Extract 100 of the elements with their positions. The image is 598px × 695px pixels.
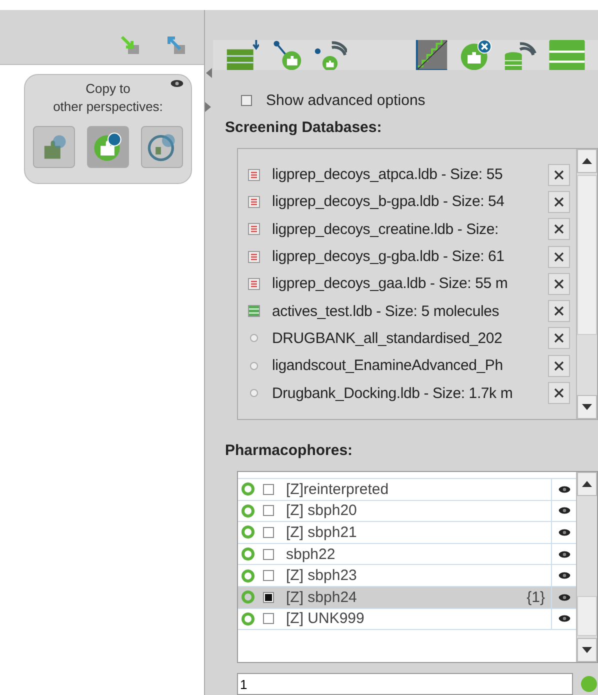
eye-icon[interactable] xyxy=(558,592,570,602)
close-icon xyxy=(554,388,564,398)
pharmacophore-name: [Z] UNK999 xyxy=(286,610,366,628)
pharmacophore-name: [Z] sbph24 xyxy=(286,588,358,606)
close-icon xyxy=(554,333,564,344)
scroll-up-button[interactable] xyxy=(577,472,597,496)
scroll-down-button[interactable] xyxy=(577,395,597,419)
advanced-options-checkbox[interactable]: Show advanced options xyxy=(241,92,426,109)
scroll-up-button[interactable] xyxy=(577,149,597,173)
database-item[interactable]: DRUGBANK_all_standardised_202 xyxy=(272,330,544,347)
decoy-database-icon xyxy=(248,250,260,263)
copy-button[interactable] xyxy=(141,126,183,168)
checkbox[interactable] xyxy=(263,570,274,582)
section-heading: Pharmacophores: xyxy=(225,442,354,459)
pharmacophore-name: sbph22 xyxy=(286,546,336,563)
remove-button[interactable] xyxy=(548,164,570,186)
pharmacophore-row[interactable]: [Z] UNK999 xyxy=(238,608,576,630)
pharmacophore-row[interactable]: [Z] sbph24 {1} xyxy=(238,586,576,609)
scrollbar-thumb[interactable] xyxy=(577,175,597,335)
wireless-database-icon[interactable] xyxy=(503,40,537,70)
up-arrow-icon xyxy=(582,481,592,487)
checkbox[interactable] xyxy=(263,505,274,516)
database-item[interactable]: ligprep_decoys_creatine.ldb - Size: xyxy=(272,220,544,238)
close-icon xyxy=(554,224,564,234)
eye-icon[interactable] xyxy=(558,550,570,559)
checkbox[interactable] xyxy=(263,613,274,624)
puzzle-remove-icon[interactable] xyxy=(459,40,493,70)
decoy-database-icon xyxy=(248,168,260,181)
expand-arrow-icon[interactable] xyxy=(205,102,211,112)
database-item[interactable]: ligprep_decoys_b-gpa.ldb - Size: 54 xyxy=(272,193,544,210)
close-icon xyxy=(554,306,564,316)
ring-icon xyxy=(241,482,255,496)
remove-button[interactable] xyxy=(548,354,570,377)
pharmacophore-name: [Z]reinterpreted xyxy=(286,480,390,498)
empty-circle-icon xyxy=(248,332,260,344)
ring-icon xyxy=(241,525,255,540)
down-arrow-icon xyxy=(582,404,592,410)
checkbox[interactable] xyxy=(263,484,274,495)
database-icon[interactable] xyxy=(547,40,587,70)
down-arrow-icon xyxy=(582,647,592,653)
ring-icon xyxy=(241,612,255,626)
pharmacophore-row[interactable]: [Z] sbph20 xyxy=(238,500,576,522)
close-icon xyxy=(554,196,564,207)
decoy-database-icon xyxy=(248,196,260,208)
database-item[interactable]: actives_test.ldb - Size: 5 molecules xyxy=(272,302,544,320)
wireless-puzzle-icon[interactable] xyxy=(313,40,347,70)
ring-icon xyxy=(241,547,255,562)
remove-button[interactable] xyxy=(548,382,570,404)
close-icon xyxy=(554,278,564,289)
remove-button[interactable] xyxy=(548,272,570,295)
eye-icon[interactable] xyxy=(558,571,570,580)
pharmacophore-row[interactable]: sbph22 xyxy=(238,544,576,566)
ring-icon xyxy=(241,590,255,604)
pharmacophore-name: [Z] sbph23 xyxy=(286,567,358,584)
database-item[interactable]: Drugbank_Docking.ldb - Size: 1.7k m xyxy=(272,384,544,402)
decoy-database-icon xyxy=(248,278,260,290)
ring-icon xyxy=(241,568,255,583)
remove-button[interactable] xyxy=(548,190,570,213)
remove-button[interactable] xyxy=(548,218,570,240)
empty-circle-icon xyxy=(248,387,260,400)
remove-button[interactable] xyxy=(548,327,570,350)
eye-icon[interactable] xyxy=(558,484,570,494)
decoy-database-icon xyxy=(248,223,260,236)
puzzle-plus-icon xyxy=(92,131,124,163)
copy-button[interactable] xyxy=(87,126,129,168)
pharmacophore-row[interactable]: [Z] sbph21 xyxy=(238,522,576,544)
status-icon xyxy=(581,676,597,692)
step-chart-icon[interactable] xyxy=(415,40,449,70)
copy-panel-title: Copy to other perspectives: xyxy=(53,80,163,116)
scrollbar-thumb[interactable] xyxy=(577,596,597,636)
count-label: {1} xyxy=(526,588,545,606)
eye-icon[interactable] xyxy=(558,528,570,537)
checkbox[interactable] xyxy=(263,592,274,603)
database-item[interactable]: ligandscout_EnamineAdvanced_Ph xyxy=(272,357,544,374)
checkbox[interactable] xyxy=(263,548,274,560)
close-icon xyxy=(554,252,564,262)
close-icon xyxy=(554,360,564,371)
scrollbar[interactable] xyxy=(576,472,597,662)
active-database-icon xyxy=(248,305,260,318)
eye-icon[interactable] xyxy=(170,79,184,88)
input-field[interactable]: 1 xyxy=(237,673,573,695)
database-item[interactable]: ligprep_decoys_gaa.ldb - Size: 55 m xyxy=(272,275,544,292)
scroll-down-button[interactable] xyxy=(577,638,597,662)
cycle-plus-icon xyxy=(146,131,178,163)
database-download-icon[interactable] xyxy=(225,40,259,70)
section-heading: Screening Databases: xyxy=(225,119,383,136)
scrollbar[interactable] xyxy=(576,149,597,419)
close-icon xyxy=(554,170,564,180)
database-item[interactable]: ligprep_decoys_atpca.ldb - Size: 55 xyxy=(272,166,544,184)
empty-circle-icon xyxy=(248,360,260,372)
ring-icon xyxy=(241,504,255,518)
eye-icon[interactable] xyxy=(558,614,570,624)
checkbox[interactable] xyxy=(263,526,274,538)
eye-icon[interactable] xyxy=(558,506,570,516)
up-arrow-icon xyxy=(582,158,592,164)
remove-button[interactable] xyxy=(548,246,570,268)
database-item[interactable]: ligprep_decoys_g-gba.ldb - Size: 61 xyxy=(272,248,544,266)
remove-button[interactable] xyxy=(548,300,570,322)
pharmacophore-row[interactable]: [Z]reinterpreted xyxy=(238,479,576,501)
pharmacophore-name: [Z] sbph20 xyxy=(286,502,358,520)
